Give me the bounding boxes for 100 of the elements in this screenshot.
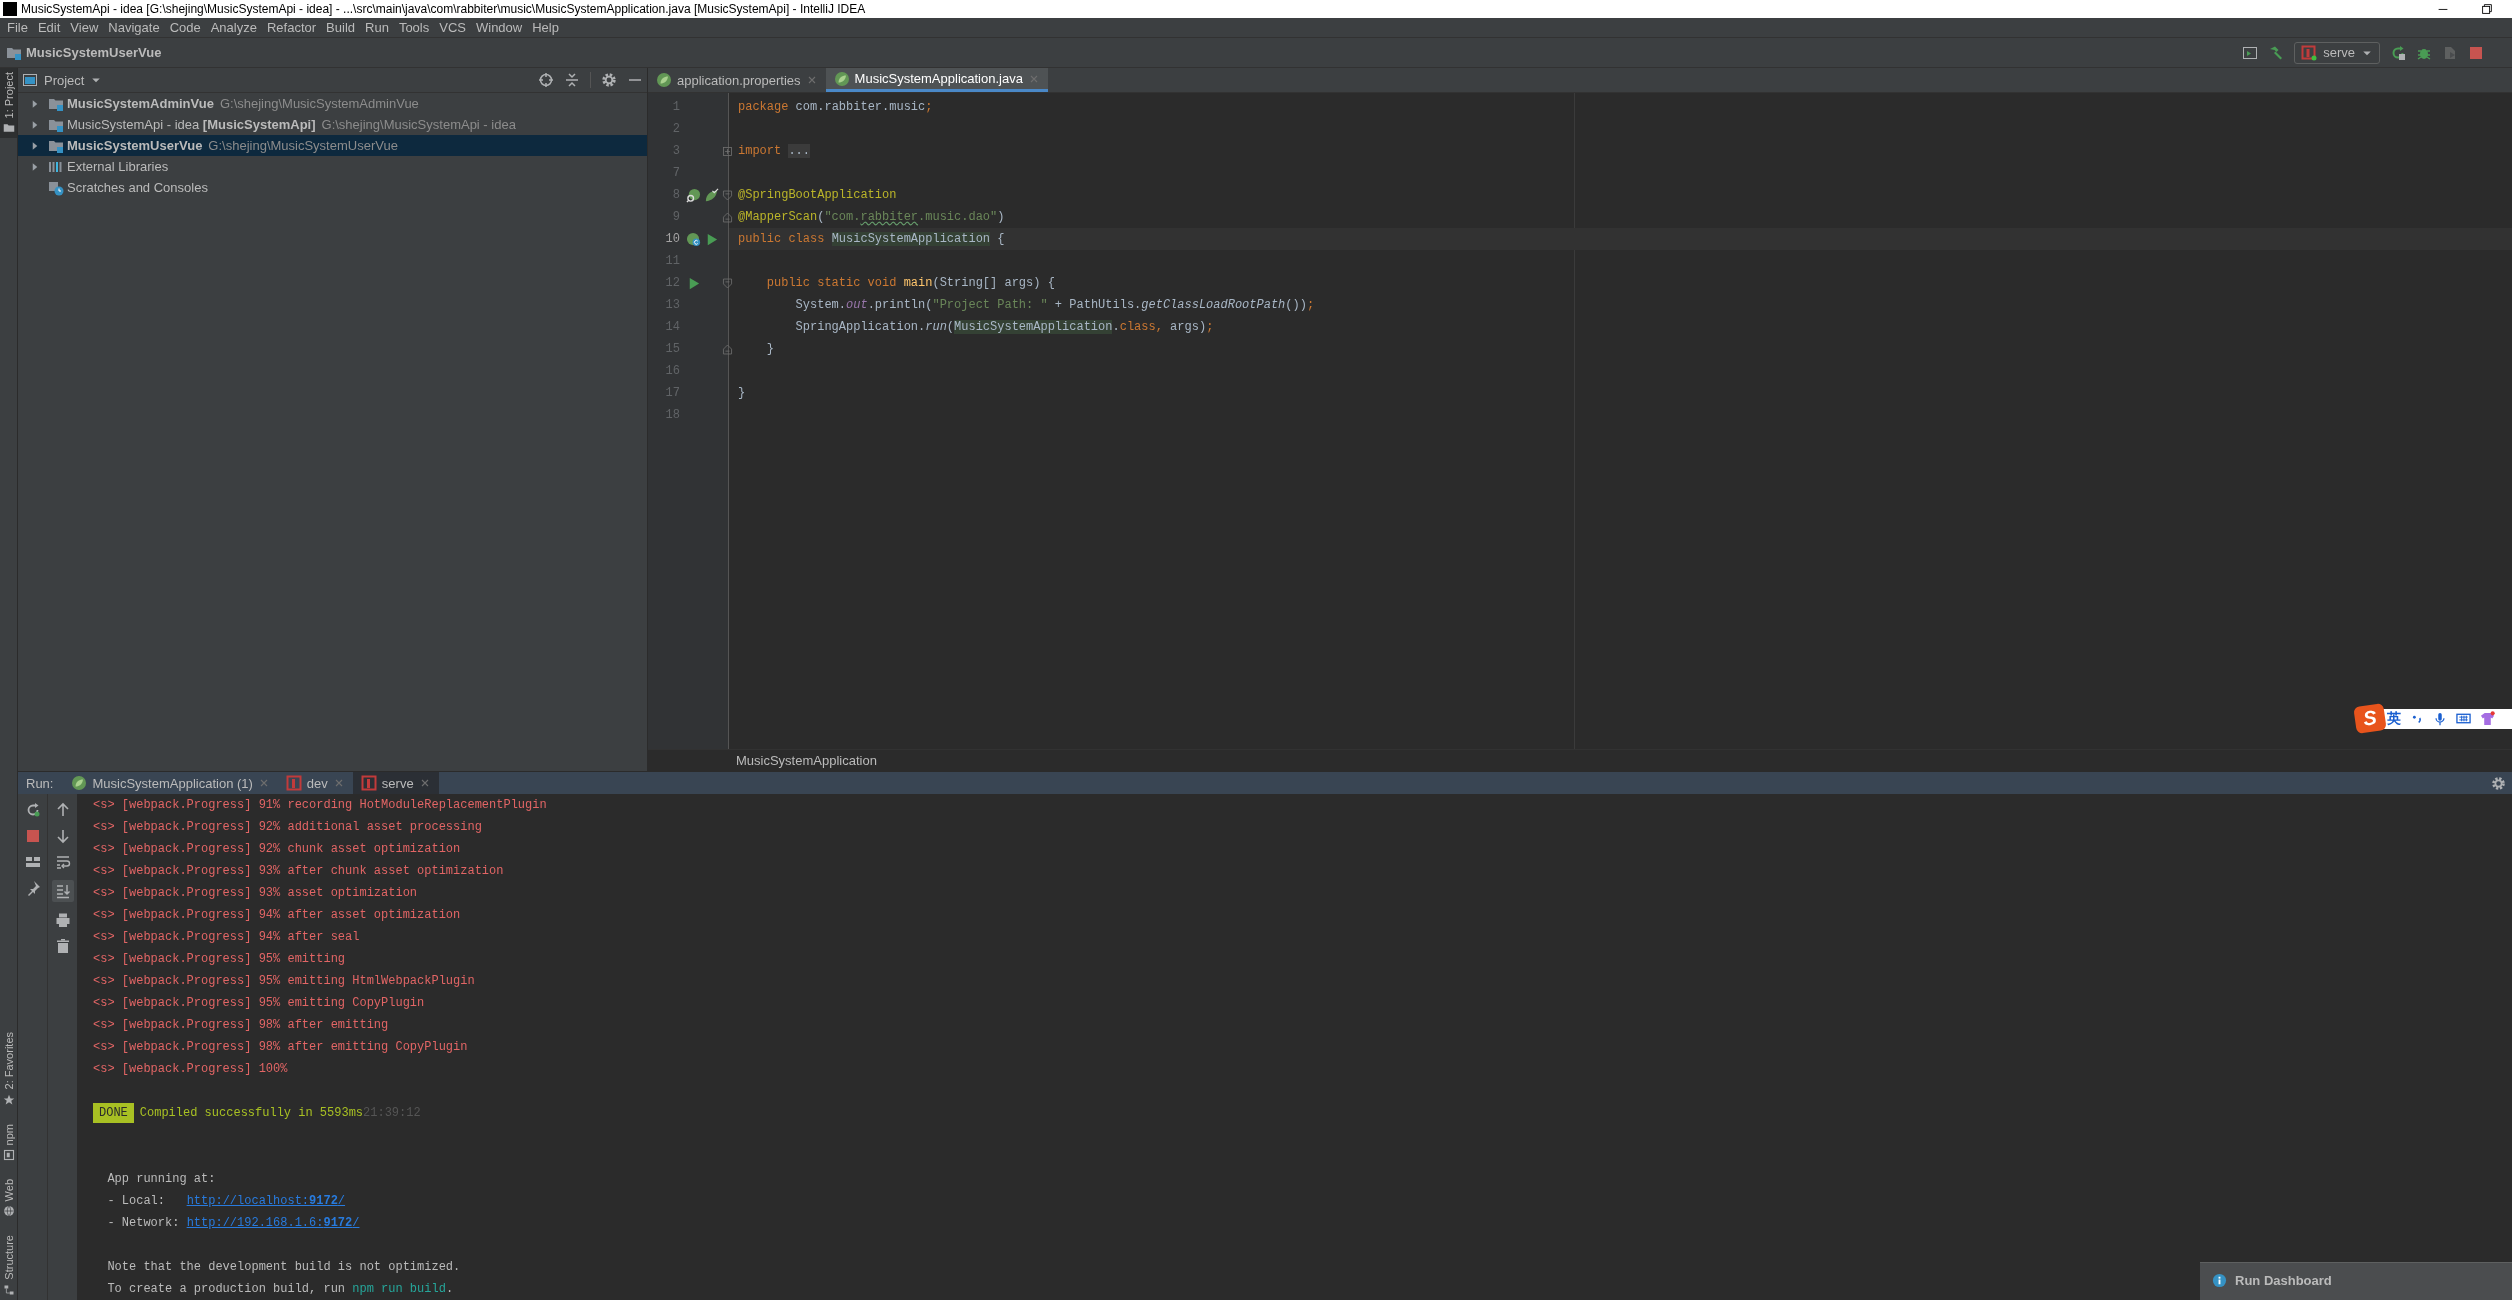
tool-window-button[interactable]: Web	[0, 1174, 17, 1222]
keyboard-icon[interactable]	[2456, 711, 2471, 726]
menu-item[interactable]: Help	[527, 20, 564, 35]
code-line: SpringApplication.run(MusicSystemApplication.class, args);	[794, 320, 1214, 334]
fold-end-icon[interactable]	[720, 342, 734, 356]
menu-item[interactable]: Analyze	[205, 20, 262, 35]
tree-item-path: G:\shejing\MusicSystemUserVue	[208, 138, 398, 153]
build-hammer-icon[interactable]	[2268, 44, 2285, 61]
project-view-selector[interactable]: Project	[22, 72, 103, 88]
app-logo-icon	[3, 2, 17, 16]
tree-row[interactable]: MusicSystemAdminVue G:\shejing\MusicSystemAdminVue	[18, 93, 647, 114]
tool-window-button[interactable]: 2: Favorites	[0, 1028, 17, 1110]
menu-item[interactable]: Refactor	[261, 20, 322, 35]
console-line: <s> [webpack.Progress] 95% emitting	[93, 952, 346, 966]
console-line: <s> [webpack.Progress] 93% after chunk asset optimization	[93, 864, 504, 878]
npm-icon	[2301, 44, 2318, 61]
locate-icon[interactable]	[538, 72, 554, 88]
tool-window-button[interactable]: Structure	[0, 1231, 17, 1300]
console-line: Note that the development build is not optimized.	[106, 1260, 461, 1274]
notification-title: Run Dashboard	[2235, 1273, 2332, 1288]
code-line: package com.rabbiter.music;	[737, 100, 933, 114]
spring-icon	[71, 775, 88, 791]
code-line: }	[737, 386, 746, 400]
console-line: <s> [webpack.Progress] 94% after asset optimization	[93, 908, 461, 922]
code-line: @SpringBootApplication	[737, 188, 897, 202]
console-line: <s> [webpack.Progress] 94% after seal	[93, 930, 360, 944]
tree-item-label: MusicSystemAdminVue	[67, 96, 214, 111]
run-configuration-dropdown[interactable]: serve	[2294, 41, 2380, 64]
line-number: 10	[664, 232, 680, 246]
spring-bean-icon[interactable]	[686, 231, 701, 247]
tool-window-button[interactable]: 1: Project	[0, 68, 17, 139]
code-line: public static void main(String[] args) {	[765, 276, 1055, 290]
layout-icon[interactable]	[24, 854, 41, 870]
console-line: <s> [webpack.Progress] 92% chunk asset optimization	[93, 842, 461, 856]
run-tab[interactable]: serve	[352, 772, 439, 794]
spring-search-icon[interactable]	[686, 187, 701, 203]
window-title: MusicSystemApi - idea [G:\shejing\MusicSystemApi - idea] - ...\src\main\java\com\rabbiter\music\MusicSystemApplication.java [MusicSystemApi] - IntelliJ IDEA	[21, 2, 867, 16]
ime-mode[interactable]: 英	[2387, 709, 2401, 728]
rerun-icon[interactable]	[2390, 44, 2406, 61]
tree-item-label: MusicSystemUserVue	[67, 138, 203, 153]
settings-icon[interactable]	[601, 72, 617, 88]
fold-start-icon[interactable]	[720, 276, 734, 290]
console-text: - Network:	[106, 1216, 181, 1230]
restore-icon[interactable]	[2480, 2, 2494, 16]
tree-item-label: External Libraries	[67, 159, 169, 174]
microphone-icon[interactable]	[2433, 711, 2447, 726]
menu-item[interactable]: Build	[321, 20, 360, 35]
console-link[interactable]: http://192.168.1.6:9172/	[186, 1216, 360, 1230]
tree-row[interactable]: MusicSystemUserVue G:\shejing\MusicSystemUserVue	[18, 135, 647, 156]
stop-icon[interactable]	[24, 828, 41, 844]
run-tab[interactable]: MusicSystemApplication (1)	[63, 772, 278, 794]
down-arrow-icon[interactable]	[54, 828, 71, 844]
folder-icon	[2, 122, 15, 135]
collapse-all-icon[interactable]	[564, 72, 580, 88]
tree-row[interactable]: MusicSystemApi - idea [MusicSystemApi] G:\shejing\MusicSystemApi - idea	[18, 114, 647, 135]
menu-item[interactable]: File	[2, 20, 33, 35]
console-line: <s> [webpack.Progress] 91% recording HotModuleReplacementPlugin	[93, 798, 547, 812]
console-line: <s> [webpack.Progress] 100%	[93, 1062, 288, 1076]
run-tab[interactable]: dev	[277, 772, 353, 794]
fold-expand-icon[interactable]	[720, 144, 734, 158]
run-label: Run:	[26, 775, 54, 791]
menu-item[interactable]: Edit	[32, 20, 66, 35]
code-line: @MapperScan("com.rabbiter.music.dao")	[737, 210, 1005, 224]
menu-item[interactable]: Tools	[393, 20, 435, 35]
soft-wrap-icon[interactable]	[54, 854, 71, 870]
menu-item[interactable]: Run	[360, 20, 394, 35]
project-name[interactable]: MusicSystemUserVue	[26, 45, 162, 60]
tree-item-label: Scratches and Consoles	[67, 180, 208, 195]
console-text: - Local:	[106, 1194, 166, 1208]
tree-row[interactable]: External Libraries	[18, 156, 647, 177]
menu-item[interactable]: Navigate	[103, 20, 165, 35]
stop-icon[interactable]	[2468, 44, 2484, 61]
console-line: <s> [webpack.Progress] 95% emitting CopyPlugin	[93, 996, 425, 1010]
npm-icon	[360, 775, 377, 791]
npm-icon	[285, 775, 302, 791]
settings-icon[interactable]	[2491, 775, 2506, 791]
fold-start-icon[interactable]	[720, 188, 734, 202]
menu-item[interactable]: VCS	[434, 20, 471, 35]
tree-item-label: MusicSystemApi - idea [MusicSystemApi]	[67, 117, 316, 132]
menu-item[interactable]: Code	[164, 20, 206, 35]
menu-item[interactable]: Window	[470, 20, 528, 35]
console-line: To create a production build, run npm run build.	[106, 1282, 454, 1296]
tree-item-path: G:\shejing\MusicSystemAdminVue	[219, 96, 419, 111]
editor-tab[interactable]: MusicSystemApplication.java	[825, 68, 1048, 92]
console-line: <s> [webpack.Progress] 98% after emitting CopyPlugin	[93, 1040, 468, 1054]
editor-tab[interactable]: application.properties	[648, 68, 826, 92]
print-icon[interactable]	[54, 912, 71, 928]
console-link[interactable]: http://localhost:9172/	[186, 1194, 346, 1208]
run-window-icon[interactable]	[2242, 44, 2259, 61]
tree-row[interactable]: Scratches and Consoles	[18, 177, 647, 198]
fold-end-icon[interactable]	[720, 210, 734, 224]
spring-file-icon	[656, 72, 672, 88]
npm-icon	[2, 1148, 15, 1161]
trash-icon[interactable]	[54, 938, 71, 954]
console-line: App running at:	[106, 1172, 216, 1186]
menu-item[interactable]: View	[65, 20, 104, 35]
tool-window-button[interactable]: npm	[0, 1119, 17, 1165]
spring-leaf-icon[interactable]	[704, 187, 719, 203]
shirt-icon[interactable]	[2480, 711, 2495, 726]
breadcrumb[interactable]: MusicSystemApplication	[736, 753, 877, 768]
